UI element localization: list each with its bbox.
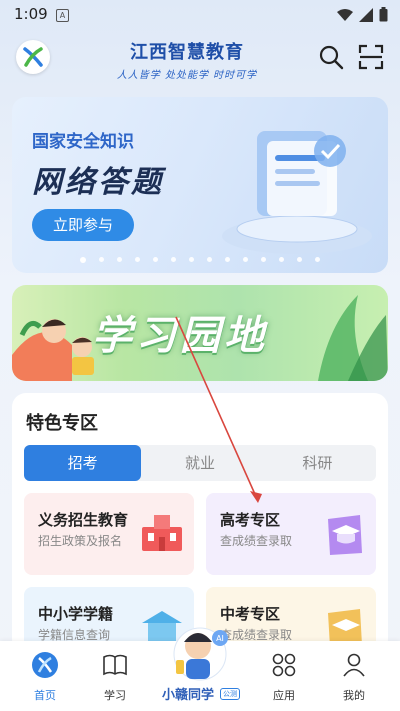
carousel-dot[interactable]	[261, 257, 266, 262]
tab-admissions[interactable]: 招考	[24, 445, 142, 481]
carousel-indicator	[12, 257, 388, 263]
tab-research[interactable]: 科研	[259, 445, 376, 481]
tab-apps[interactable]: 应用	[254, 651, 314, 703]
carousel-dot[interactable]	[315, 257, 320, 262]
plants-decoration	[318, 295, 388, 381]
tab-mine-label: 我的	[343, 689, 365, 702]
carousel-dot[interactable]	[207, 257, 212, 262]
carousel-dot[interactable]	[189, 257, 194, 262]
featured-tabs: 招考 就业 科研	[24, 445, 376, 481]
featured-panel: 特色专区 招考 就业 科研 义务招生教育 招生政策及报名 高考专区 查成绩查录取…	[12, 393, 388, 669]
search-icon[interactable]	[318, 44, 344, 70]
carousel-dot[interactable]	[297, 257, 302, 262]
battery-icon	[379, 7, 388, 22]
graduation-cap-icon	[328, 515, 362, 555]
banner-subtitle: 国家安全知识	[32, 132, 134, 152]
card-compulsory-enrollment[interactable]: 义务招生教育 招生政策及报名	[24, 493, 194, 575]
tab-home-label: 首页	[34, 689, 56, 702]
join-now-button[interactable]: 立即参与	[32, 209, 134, 241]
person-icon	[343, 653, 365, 677]
study-garden-banner[interactable]: 学习园地	[12, 285, 388, 381]
school-building-icon	[142, 515, 182, 551]
signal-icon	[359, 7, 373, 22]
card-title: 高考专区	[220, 511, 281, 529]
book-icon	[103, 654, 127, 676]
carousel-dot[interactable]	[80, 257, 86, 263]
carousel-dot[interactable]	[117, 257, 122, 262]
banner-title: 网络答题	[32, 165, 164, 200]
status-time: 1:09	[14, 5, 48, 23]
status-bar: 1:09 A	[0, 0, 400, 28]
study-garden-title: 学习园地	[92, 313, 268, 359]
tab-home[interactable]: 首页	[15, 651, 75, 703]
tab-mine[interactable]: 我的	[324, 651, 384, 703]
card-gaokao[interactable]: 高考专区 查成绩查录取	[206, 493, 376, 575]
system-icons	[337, 7, 388, 22]
tab-employment[interactable]: 就业	[141, 445, 258, 481]
app-slogan: 人人皆学 处处能学 时时可学	[116, 70, 258, 81]
carousel-dot[interactable]	[279, 257, 284, 262]
carousel-dot[interactable]	[243, 257, 248, 262]
app-title: 江西智慧教育	[130, 42, 244, 63]
promo-banner[interactable]: 国家安全知识 网络答题 立即参与	[12, 97, 388, 273]
mascot-avatar: AI	[173, 627, 228, 681]
tab-study[interactable]: 学习	[85, 651, 145, 703]
tab-apps-label: 应用	[273, 689, 295, 702]
carousel-dot[interactable]	[153, 257, 158, 262]
card-subtitle: 招生政策及报名	[38, 534, 123, 548]
card-title: 义务招生教育	[38, 511, 129, 529]
ai-assistant-button[interactable]: AI 小赣同学 公测	[158, 616, 242, 711]
card-title: 中小学学籍	[38, 605, 114, 623]
notification-icon: A	[56, 9, 69, 22]
carousel-dot[interactable]	[99, 257, 104, 262]
app-logo[interactable]	[16, 40, 50, 74]
tab-study-label: 学习	[104, 689, 126, 702]
header-title-block: 江西智慧教育 人人皆学 处处能学 时时可学	[112, 38, 262, 81]
carousel-dot[interactable]	[225, 257, 230, 262]
ai-assistant-label: 小赣同学	[162, 688, 215, 703]
scan-icon[interactable]	[358, 44, 384, 70]
home-logo-icon	[32, 652, 58, 678]
apps-grid-icon	[272, 653, 296, 677]
featured-title: 特色专区	[26, 413, 98, 434]
beta-tag: 公测	[220, 688, 240, 700]
wifi-icon	[337, 8, 353, 21]
card-subtitle: 查成绩查录取	[220, 534, 293, 548]
carousel-dot[interactable]	[171, 257, 176, 262]
quiz-illustration	[222, 131, 372, 254]
app-header: 江西智慧教育 人人皆学 处处能学 时时可学	[0, 30, 400, 86]
mascot-ai-badge: AI	[216, 634, 224, 643]
carousel-dot[interactable]	[135, 257, 140, 262]
app-logo-icon	[23, 47, 43, 67]
